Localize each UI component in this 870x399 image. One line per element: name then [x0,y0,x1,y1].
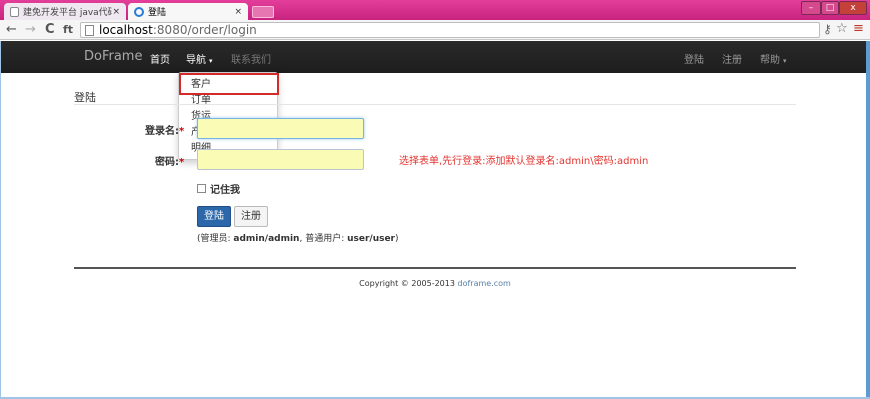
chevron-down-icon: ▾ [209,57,213,65]
password-input[interactable] [197,149,364,170]
tab-label: 建免开发平台 java代码生 [22,8,113,18]
nav-dropdown-label: 导航 [186,55,206,66]
remember-checkbox[interactable] [197,184,206,193]
menu-icon[interactable]: ≡ [853,21,864,36]
chevron-down-icon: ▾ [783,57,787,65]
tab-close-icon[interactable]: × [234,7,242,17]
nav-login[interactable]: 登陆 [684,51,704,66]
nav-contact[interactable]: 联系我们 [231,51,271,66]
browser-tab-codegen[interactable]: 建免开发平台 java代码生 × [4,3,126,20]
copyright-text: Copyright © 2005-2013 [359,279,458,288]
nav-dropdown-toggle[interactable]: 导航 ▾ [186,51,213,66]
browser-titlebar: 建免开发平台 java代码生 × 登陆 × – □ x [0,0,870,20]
password-label: 密码:* [155,153,184,168]
window-frame-right [866,41,870,399]
window-close-button[interactable]: x [839,1,867,15]
nav-help-toggle[interactable]: 帮助 ▾ [760,51,787,66]
home-icon[interactable]: ft [63,22,73,38]
tab-close-icon[interactable]: × [112,7,120,17]
remember-label: 记住我 [210,185,240,196]
url-host: localhost [99,23,153,37]
browser-toolbar: ← → C ft localhost :8080/order/login ⚷ ☆… [0,20,870,40]
forward-arrow-icon[interactable]: → [25,22,36,38]
nav-dropdown-menu: 客户 订单 货运 产品 明细 [178,72,279,160]
reload-icon[interactable]: C [45,22,55,38]
maximize-button[interactable]: □ [821,1,839,15]
minimize-button[interactable]: – [801,1,821,15]
login-button[interactable]: 登陆 [197,206,231,227]
nav-home[interactable]: 首页 [150,51,170,66]
window-frame-left [0,41,1,399]
highlight-box [179,73,279,95]
app-navbar: DoFrame 首页 导航 ▾ 联系我们 登陆 注册 帮助 ▾ [0,41,866,73]
annotation-note: 选择表单,先行登录:添加默认登录名:admin\密码:admin [399,156,649,167]
bookmark-star-icon[interactable]: ☆ [836,21,848,36]
nav-register[interactable]: 注册 [722,51,742,66]
required-mark: * [179,126,185,137]
username-label: 登录名:* [145,122,184,137]
hint-middle: , 普通用户: [299,234,348,244]
key-icon[interactable]: ⚷ [823,22,832,36]
hint-prefix: (管理员: [197,234,234,244]
register-button[interactable]: 注册 [234,206,268,227]
form-legend: 登陆 [74,91,96,104]
address-bar[interactable]: localhost :8080/order/login [80,22,820,38]
required-mark: * [179,157,185,168]
username-label-text: 登录名: [145,126,179,137]
brand-logo[interactable]: DoFrame [84,49,142,64]
remember-me[interactable]: 记住我 [197,181,240,196]
dropdown-item-order[interactable]: 订单 [179,93,277,109]
nav-help-label: 帮助 [760,55,780,66]
legend-divider [74,104,796,105]
hint-suffix: ) [395,234,399,244]
back-arrow-icon[interactable]: ← [6,22,17,38]
browser-tab-login[interactable]: 登陆 × [128,3,248,20]
username-input[interactable] [197,118,364,139]
password-label-text: 密码: [155,157,179,168]
footer-divider [74,267,796,269]
page-icon [10,6,19,17]
url-path: :8080/order/login [152,23,257,37]
hint-user: user/user [347,234,395,244]
tab-label: 登陆 [148,8,167,18]
new-tab-button[interactable] [252,6,274,18]
loading-icon [134,6,144,17]
footer-link[interactable]: doframe.com [458,279,511,288]
page-icon [85,24,94,36]
credentials-hint: (管理员: admin/admin, 普通用户: user/user) [197,231,399,244]
hint-admin: admin/admin [233,234,300,244]
footer-copyright: Copyright © 2005-2013 doframe.com [0,279,870,288]
